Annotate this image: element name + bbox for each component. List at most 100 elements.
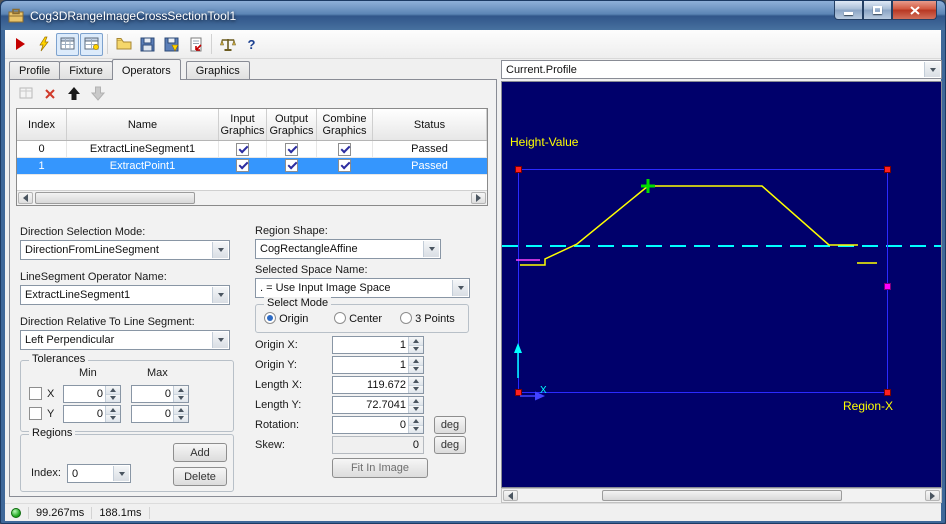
select-mode-origin[interactable]: Origin xyxy=(264,312,308,325)
spin-down-button[interactable] xyxy=(409,365,423,373)
spin-up-button[interactable] xyxy=(409,357,423,366)
add-operator-button[interactable] xyxy=(16,84,36,103)
tab-operators[interactable]: Operators xyxy=(111,59,181,80)
input-graphics-checkbox[interactable] xyxy=(236,159,249,172)
spin-down-button[interactable] xyxy=(409,425,423,433)
move-up-button[interactable] xyxy=(64,84,84,103)
tab-graphics[interactable]: Graphics xyxy=(185,61,250,80)
column-header-index[interactable]: Index xyxy=(17,109,67,140)
scroll-right-button[interactable] xyxy=(925,490,940,501)
select-mode-3points[interactable]: 3 Points xyxy=(400,312,455,325)
region-rotation-handle[interactable] xyxy=(884,283,891,290)
select-mode-center[interactable]: Center xyxy=(334,312,382,325)
scroll-thumb[interactable] xyxy=(602,490,842,501)
spin-up-button[interactable] xyxy=(409,337,423,346)
rotation-spinner[interactable]: 0 xyxy=(332,416,424,434)
run-button[interactable] xyxy=(8,33,31,56)
table-row[interactable]: 1 ExtractPoint1 Passed xyxy=(17,158,487,175)
dropdown-button[interactable] xyxy=(212,332,228,348)
column-header-output-graphics[interactable]: Output Graphics xyxy=(267,109,317,140)
maximize-button[interactable] xyxy=(863,1,892,20)
spin-up-button[interactable] xyxy=(409,377,423,386)
direction-relative-combo[interactable]: Left Perpendicular xyxy=(20,330,230,350)
save-button[interactable] xyxy=(136,33,159,56)
dropdown-button[interactable] xyxy=(452,280,468,296)
tab-fixture[interactable]: Fixture xyxy=(59,61,113,80)
delete-operator-button[interactable] xyxy=(40,84,60,103)
scroll-left-button[interactable] xyxy=(18,192,33,204)
output-graphics-checkbox[interactable] xyxy=(285,142,298,156)
calibrate-button[interactable] xyxy=(216,33,239,56)
display-source-combo[interactable]: Current.Profile xyxy=(501,60,942,79)
column-header-name[interactable]: Name xyxy=(67,109,219,140)
space-name-combo[interactable]: . = Use Input Image Space xyxy=(255,278,470,298)
spin-down-button[interactable] xyxy=(174,394,188,402)
image-horizontal-scrollbar[interactable] xyxy=(501,488,942,503)
tolerance-y-max-spinner[interactable]: 0 xyxy=(131,405,189,423)
operator-name-combo[interactable]: ExtractLineSegment1 xyxy=(20,285,230,305)
tolerance-x-max-spinner[interactable]: 0 xyxy=(131,385,189,403)
combine-graphics-checkbox[interactable] xyxy=(338,159,351,172)
help-button[interactable]: ? xyxy=(240,33,263,56)
length-x-spinner[interactable]: 119.672 xyxy=(332,376,424,394)
tolerance-y-checkbox[interactable] xyxy=(29,407,42,420)
rotation-deg-button[interactable]: deg xyxy=(434,416,466,434)
region-rectangle[interactable] xyxy=(518,169,888,393)
spin-down-button[interactable] xyxy=(106,394,120,402)
region-index-combo[interactable]: 0 xyxy=(67,464,131,483)
input-graphics-checkbox[interactable] xyxy=(236,142,249,156)
origin-x-spinner[interactable]: 1 xyxy=(332,336,424,354)
grid-add-button[interactable] xyxy=(80,32,103,56)
spin-down-button[interactable] xyxy=(106,414,120,422)
column-header-combine-graphics[interactable]: Combine Graphics xyxy=(317,109,373,140)
region-corner-handle[interactable] xyxy=(515,389,522,396)
spin-up-button[interactable] xyxy=(409,417,423,426)
close-button[interactable] xyxy=(892,1,937,20)
origin-y-spinner[interactable]: 1 xyxy=(332,356,424,374)
dropdown-button[interactable] xyxy=(113,466,129,481)
spin-down-button[interactable] xyxy=(409,405,423,413)
region-corner-handle[interactable] xyxy=(884,389,891,396)
spin-up-button[interactable] xyxy=(409,397,423,406)
spin-up-button[interactable] xyxy=(174,386,188,395)
dropdown-button[interactable] xyxy=(212,242,228,258)
results-grid-button[interactable] xyxy=(56,32,79,56)
spin-down-button[interactable] xyxy=(174,414,188,422)
spin-up-button[interactable] xyxy=(106,386,120,395)
tab-profile[interactable]: Profile xyxy=(9,61,61,80)
save-as-button[interactable] xyxy=(160,33,183,56)
tolerance-x-min-spinner[interactable]: 0 xyxy=(63,385,121,403)
trigger-button[interactable] xyxy=(32,33,55,56)
length-y-spinner[interactable]: 72.7041 xyxy=(332,396,424,414)
spin-down-button[interactable] xyxy=(409,385,423,393)
column-header-input-graphics[interactable]: Input Graphics xyxy=(219,109,267,140)
region-corner-handle[interactable] xyxy=(884,166,891,173)
dropdown-button[interactable] xyxy=(212,287,228,303)
table-horizontal-scrollbar[interactable] xyxy=(17,190,487,205)
dropdown-button[interactable] xyxy=(423,241,439,257)
origin-radio[interactable] xyxy=(264,312,276,324)
center-radio[interactable] xyxy=(334,312,346,324)
scroll-right-button[interactable] xyxy=(471,192,486,204)
add-region-button[interactable]: Add xyxy=(173,443,227,462)
profile-image-display[interactable]: Height-Value X Region-X xyxy=(501,81,942,488)
import-button[interactable] xyxy=(184,33,207,56)
delete-region-button[interactable]: Delete xyxy=(173,467,227,486)
titlebar[interactable]: Cog3DRangeImageCrossSectionTool1 xyxy=(1,1,945,30)
dropdown-button[interactable] xyxy=(924,62,940,77)
combine-graphics-checkbox[interactable] xyxy=(338,142,351,156)
region-shape-combo[interactable]: CogRectangleAffine xyxy=(255,239,441,259)
skew-deg-button[interactable]: deg xyxy=(434,436,466,454)
spin-down-button[interactable] xyxy=(409,345,423,353)
region-corner-handle[interactable] xyxy=(515,166,522,173)
fit-in-image-button[interactable]: Fit In Image xyxy=(332,458,428,478)
scroll-left-button[interactable] xyxy=(503,490,518,501)
open-button[interactable] xyxy=(112,33,135,56)
tolerance-x-checkbox[interactable] xyxy=(29,387,42,400)
minimize-button[interactable] xyxy=(834,1,863,20)
output-graphics-checkbox[interactable] xyxy=(285,159,298,172)
direction-mode-combo[interactable]: DirectionFromLineSegment xyxy=(20,240,230,260)
spin-up-button[interactable] xyxy=(174,406,188,415)
spin-up-button[interactable] xyxy=(106,406,120,415)
three-points-radio[interactable] xyxy=(400,312,412,324)
